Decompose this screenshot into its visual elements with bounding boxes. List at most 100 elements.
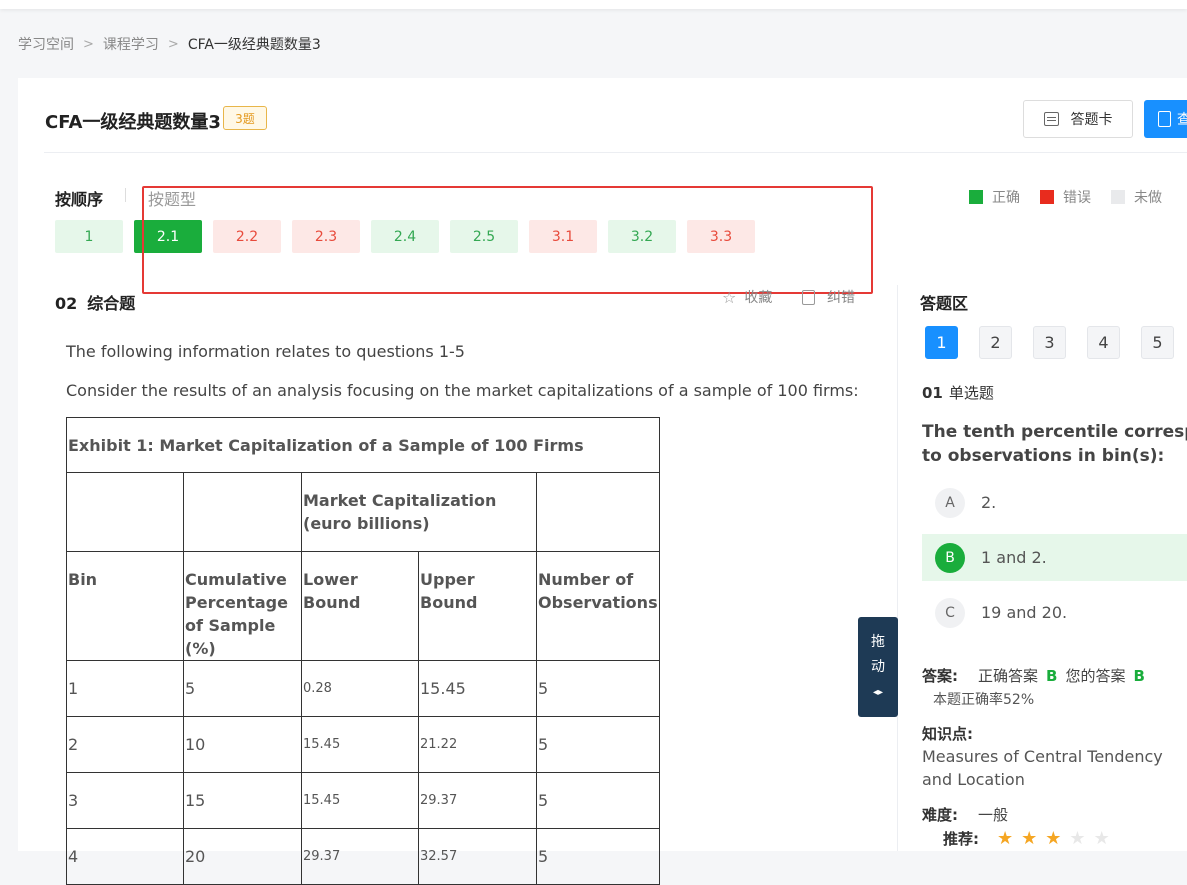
table-cell: 15.45 [301,772,419,829]
main-card: CFA一级经典题数量3 3题 答题卡 查 按顺序 按题型 正确 错误 未做 12… [18,78,1187,885]
answer-number-button[interactable]: 1 [925,326,958,359]
answer-number-button[interactable]: 5 [1141,326,1174,359]
question-nav-button[interactable]: 2.3 [292,220,360,253]
star-outline-icon: ☆ [722,287,737,307]
star-icon: ★ [997,828,1014,849]
question-nav-button[interactable]: 2.5 [450,220,518,253]
section-title: 综合题 [87,294,136,313]
breadcrumb-item-current: CFA一级经典题数量3 [187,37,321,53]
breadcrumb-separator-icon: > [167,36,179,52]
legend-correct: 正确 [969,187,1020,207]
exhibit-table: Exhibit 1: Market Capitalization of a Sa… [66,417,660,885]
answer-card-label: 答题卡 [1070,112,1113,128]
column-header: Number of Observations [536,551,660,661]
question-nav-button[interactable]: 3.3 [687,220,755,253]
question-nav-button[interactable]: 2.1 [134,220,202,253]
breadcrumb-separator-icon: > [83,36,94,52]
question-nav-button[interactable]: 2.2 [213,220,281,253]
answer-number-button[interactable]: 3 [1033,326,1066,359]
star-icon: ★ [1069,828,1086,849]
answer-card-icon [1043,112,1059,126]
table-cell: 15.45 [301,716,419,773]
favorite-button[interactable]: ☆ 收藏 [722,287,772,307]
option-letter: C [935,597,965,628]
table-row: 3 15 15.45 29.37 5 [66,772,660,829]
drag-handle-text: 动 [871,658,885,675]
drag-handle[interactable]: 拖 动 ◂▸ [858,617,898,717]
favorite-label: 收藏 [744,290,773,306]
table-cell: 5 [536,716,660,773]
table-cell: 21.22 [418,716,537,773]
table-cell: 0.28 [301,660,419,717]
question-text: The tenth percentile correspond to obser… [922,420,1187,468]
question-nav-button[interactable]: 3.2 [608,220,676,253]
answer-option[interactable]: B 1 and 2. [922,534,1187,581]
table-row: 4 20 29.37 32.57 5 [66,828,660,885]
answer-area-title: 答题区 [920,294,969,313]
question-prompt: Consider the results of an analysis focu… [66,381,859,400]
drag-handle-text: 拖 [871,633,885,650]
legend-undone: 未做 [1111,187,1162,207]
answer-question-numbers: 12345 [925,326,1187,359]
breadcrumb-item-course-study[interactable]: 课程学习 [103,34,159,54]
column-header: Cumulative Percentage of Sample (%) [183,551,302,661]
table-cell: 20 [183,828,302,885]
difficulty-value: 一般 [978,806,1009,824]
question-text-line: to observations in bin(s): [922,446,1165,466]
status-legend: 正确 错误 未做 [969,187,1182,207]
wrong-swatch [1040,190,1054,204]
question-text-line: The tenth percentile correspond [922,422,1187,442]
column-header: Upper Bound [418,551,537,661]
legend-wrong-label: 错误 [1063,190,1091,206]
option-text: 19 and 20. [981,603,1068,622]
submit-button-label: 查 [1177,112,1187,128]
page-title: CFA一级经典题数量3 [45,112,221,133]
answer-label: 答案: [922,667,958,685]
knowledge-point-label: 知识点: [922,725,973,743]
question-count-badge: 3题 [223,106,267,130]
table-cell: 29.37 [418,772,537,829]
question-nav-button[interactable]: 1 [55,220,123,253]
knowledge-point-text: Measures of Central Tendency and Locatio… [922,747,1163,789]
tab-by-type[interactable]: 按题型 [148,186,196,210]
question-navigator: 1 2.1 2.2 2.3 2.4 2.5 3.1 3.2 3.3 [55,220,766,253]
group-header: Market Capitalization (euro billions) [301,472,537,552]
top-bar [0,0,1187,9]
question-nav-button[interactable]: 3.1 [529,220,597,253]
section-heading: 02 综合题 [55,290,135,314]
correct-answer-label: 正确答案 [978,667,1039,685]
report-error-button[interactable]: 纠错 [802,287,855,307]
star-icon: ★ [1045,828,1062,849]
header-divider [44,152,1187,153]
answer-number-button[interactable]: 4 [1087,326,1120,359]
answer-summary: 答案: 正确答案 B 您的答案 B [922,665,1153,686]
section-number: 02 [55,294,78,313]
star-icon: ★ [1093,828,1110,849]
table-cell: 5 [536,660,660,717]
answer-option[interactable]: C 19 and 20. [922,589,1187,636]
exhibit-title: Exhibit 1: Market Capitalization of a Sa… [66,417,660,473]
question-intro: The following information relates to que… [66,342,465,361]
table-row: 1 5 0.28 15.45 5 [66,660,660,717]
correct-answer-value: B [1046,667,1058,685]
answer-option[interactable]: A 2. [922,479,1187,526]
tab-by-order[interactable]: 按顺序 [55,186,103,210]
your-answer-value: B [1133,667,1145,685]
question-number: 01 [922,384,943,402]
drag-arrows-icon: ◂▸ [872,686,884,698]
option-letter: A [935,487,965,518]
recommendation: 推荐: ★ ★ ★ ★ ★ [943,828,1118,849]
answer-number-button[interactable]: 2 [979,326,1012,359]
star-icon: ★ [1021,828,1038,849]
table-cell: 1 [66,660,184,717]
submit-button[interactable]: 查 [1144,100,1187,138]
table-cell: 5 [536,828,660,885]
legend-correct-label: 正确 [992,190,1020,206]
answer-card-button[interactable]: 答题卡 [1023,100,1133,138]
difficulty-label: 难度: [922,806,958,824]
empty-cell [536,472,660,552]
question-nav-button[interactable]: 2.4 [371,220,439,253]
table-cell: 15 [183,772,302,829]
breadcrumb-item-learning-space[interactable]: 学习空间 [18,34,74,54]
document-edit-icon [802,289,815,305]
